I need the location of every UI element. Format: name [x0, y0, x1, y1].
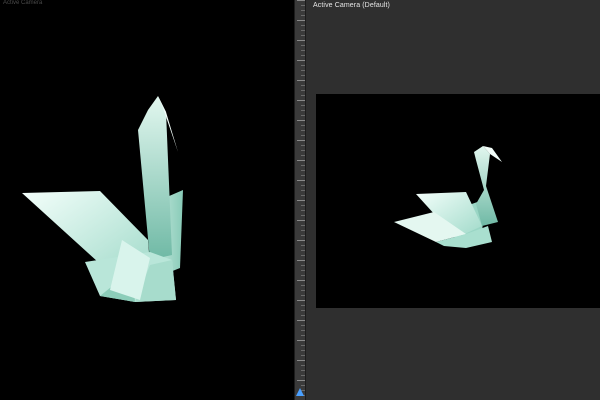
- viewport-label: Active Camera: [3, 0, 43, 6]
- active-camera-panel: Active Camera (Default): [306, 0, 600, 400]
- ruler-ticks: [297, 0, 305, 400]
- panel-title: Active Camera (Default): [313, 2, 390, 9]
- swan-model-large: [22, 96, 183, 302]
- camera-viewport[interactable]: [316, 94, 600, 308]
- vertical-ruler[interactable]: [294, 0, 306, 400]
- swan-model-small: [394, 146, 502, 248]
- left-viewport[interactable]: Active Camera: [0, 0, 294, 400]
- marker-triangle-icon[interactable]: [296, 388, 304, 396]
